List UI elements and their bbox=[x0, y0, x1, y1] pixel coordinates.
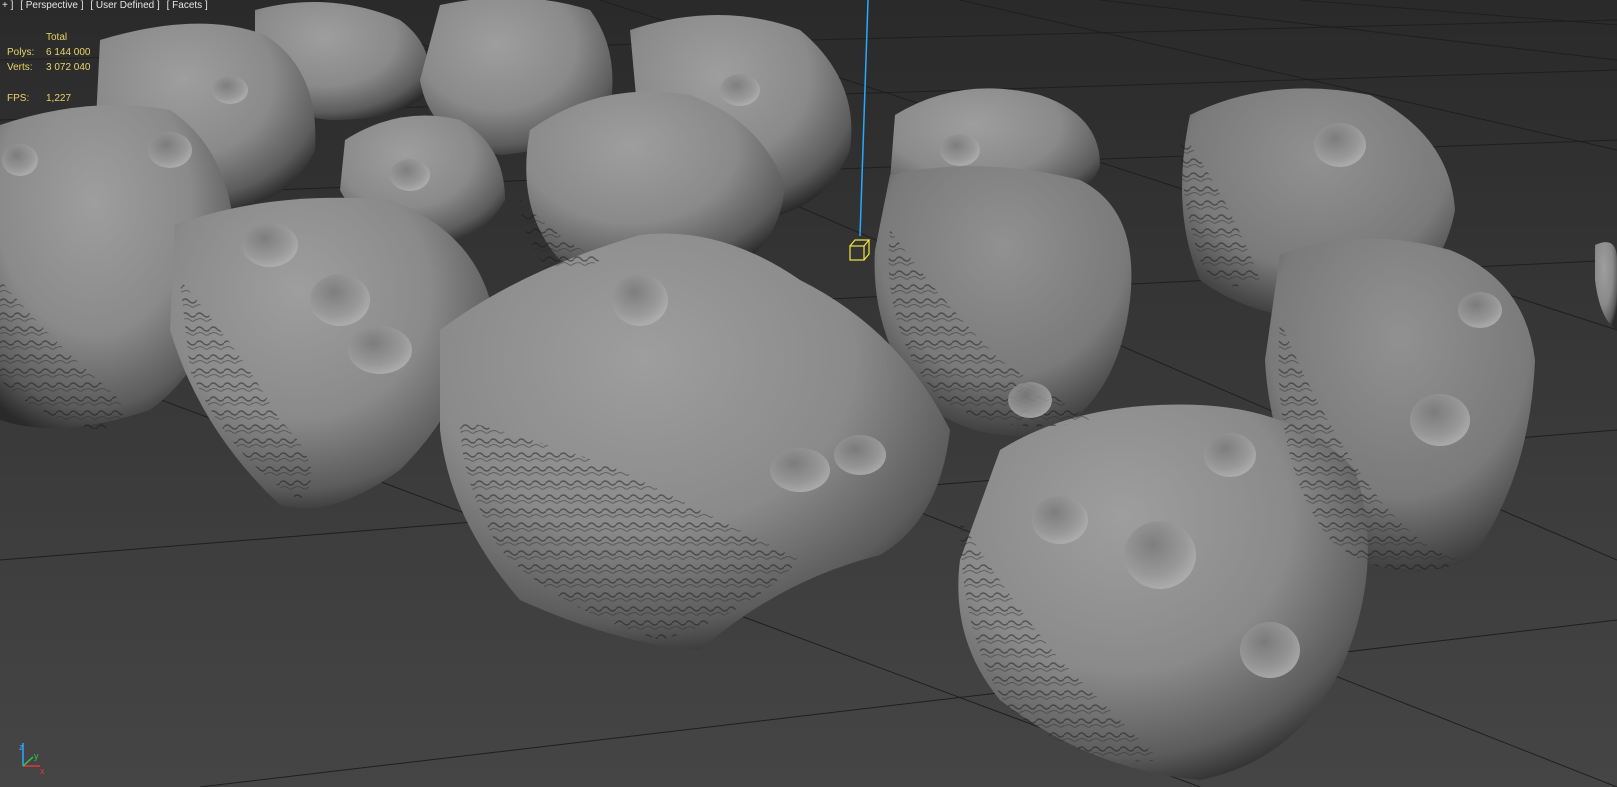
rock-15 bbox=[1595, 242, 1617, 330]
viewport-point-of-view-menu[interactable]: [ Perspective ] bbox=[20, 0, 83, 11]
viewport-general-menu[interactable]: + ] bbox=[2, 0, 13, 11]
axis-y-label: y bbox=[34, 751, 39, 761]
stats-total-header: Total bbox=[46, 32, 68, 43]
stats-polys-value: 6 144 000 bbox=[46, 47, 91, 58]
viewport-perspective[interactable]: z y x + ] [ Perspective ] [ User Defined… bbox=[0, 0, 1617, 787]
stats-polys-label: Polys: bbox=[7, 47, 35, 58]
axis-tripod-icon: z y x bbox=[19, 742, 45, 776]
viewport-display-mode-menu[interactable]: [ Facets ] bbox=[167, 0, 208, 11]
stats-verts-value: 3 072 040 bbox=[46, 62, 91, 73]
viewport-shading-menu[interactable]: [ User Defined ] bbox=[90, 0, 159, 11]
stats-fps-label: FPS: bbox=[7, 93, 30, 104]
scene-canvas[interactable]: z y x bbox=[0, 0, 1617, 787]
stats-fps-value: 1,227 bbox=[46, 93, 72, 104]
axis-x-label: x bbox=[40, 766, 45, 776]
axis-z-label: z bbox=[19, 742, 24, 752]
viewport-menu-bar: + ] [ Perspective ] [ User Defined ] [ F… bbox=[0, 0, 214, 12]
asteroid-rocks bbox=[0, 0, 1617, 780]
stats-verts-label: Verts: bbox=[7, 62, 33, 73]
